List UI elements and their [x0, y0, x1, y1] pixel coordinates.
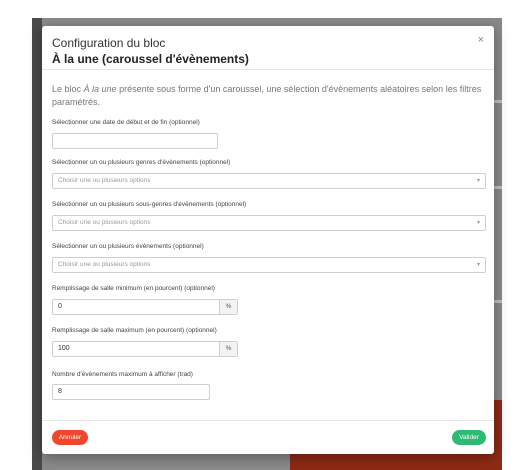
subgenres-label: Sélectionner un ou plusieurs sous-genres… — [52, 201, 247, 208]
events-select[interactable]: Choisir une ou plusieurs options ▾ — [52, 257, 486, 273]
min-fill-input[interactable]: 0 % — [52, 299, 238, 315]
description-emphasis: À la une — [83, 84, 117, 94]
percent-addon: % — [219, 300, 237, 314]
modal-header: Configuration du bloc À la une (carousse… — [42, 26, 494, 70]
chevron-down-icon: ▾ — [476, 178, 480, 184]
block-description: Le bloc À la une présente sous forme d'u… — [52, 83, 484, 109]
modal-footer: Annuler Valider — [42, 420, 494, 454]
chevron-down-icon: ▾ — [476, 220, 480, 226]
subgenres-select[interactable]: Choisir une ou plusieurs options ▾ — [52, 215, 486, 231]
date-range-input[interactable] — [52, 133, 218, 149]
max-fill-label: Remplissage de salle maximum (en pourcen… — [52, 327, 217, 334]
date-range-label: Sélectionner une date de début et de fin… — [52, 119, 200, 126]
subgenres-placeholder: Choisir une ou plusieurs options — [58, 219, 151, 226]
events-label: Sélectionner un ou plusieurs évènements … — [52, 243, 204, 250]
close-icon[interactable]: × — [478, 34, 484, 46]
description-prefix: Le bloc — [52, 84, 84, 94]
max-fill-value: 100 — [58, 345, 70, 352]
block-config-modal: Configuration du bloc À la une (carousse… — [42, 26, 494, 454]
genres-label: Sélectionner un ou plusieurs genres d'év… — [52, 159, 231, 166]
min-fill-label: Remplissage de salle minimum (en pourcen… — [52, 285, 215, 292]
modal-title: Configuration du bloc — [52, 36, 166, 50]
modal-subtitle: À la une (caroussel d'évènements) — [52, 52, 249, 66]
max-events-label: Nombre d'évènements maximum à afficher (… — [52, 371, 193, 378]
max-events-input[interactable]: 8 — [52, 384, 210, 400]
submit-button[interactable]: Valider — [452, 430, 486, 445]
max-fill-input[interactable]: 100 % — [52, 341, 238, 357]
backdrop-dark-edge — [32, 18, 42, 470]
genres-placeholder: Choisir une ou plusieurs options — [58, 177, 151, 184]
min-fill-value: 0 — [58, 303, 62, 310]
description-suffix: présente sous forme d'un caroussel, une … — [52, 84, 482, 107]
percent-addon: % — [219, 342, 237, 356]
chevron-down-icon: ▾ — [476, 262, 480, 268]
events-placeholder: Choisir une ou plusieurs options — [58, 261, 151, 268]
cancel-button[interactable]: Annuler — [52, 430, 88, 445]
genres-select[interactable]: Choisir une ou plusieurs options ▾ — [52, 173, 486, 189]
